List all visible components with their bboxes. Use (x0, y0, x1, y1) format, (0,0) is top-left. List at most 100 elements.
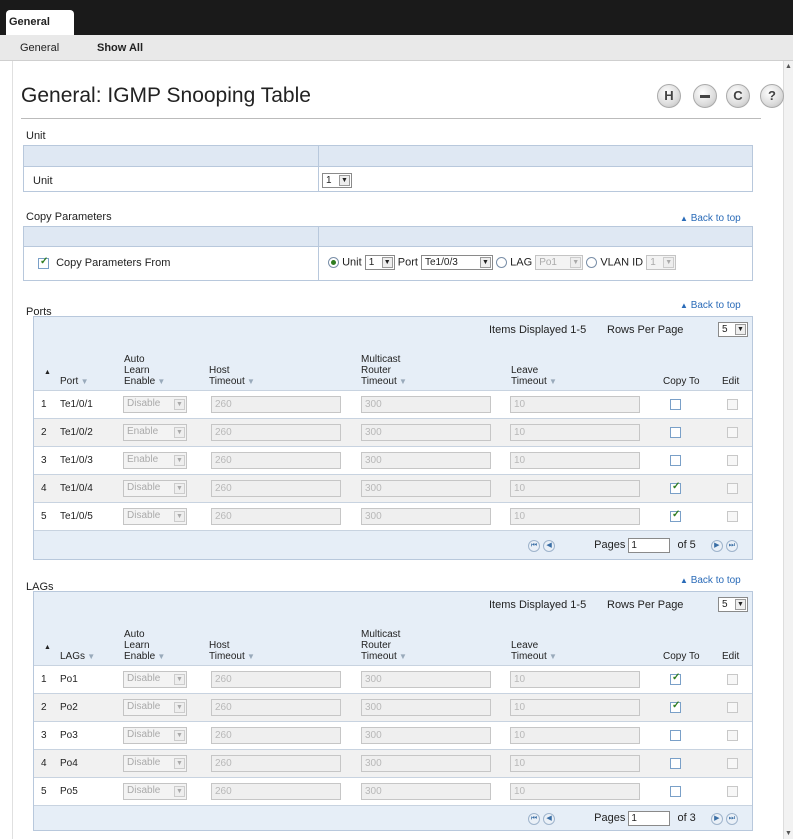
auto-learn-select: Enable ▼ (123, 424, 187, 441)
col-header-copy-to[interactable]: Copy To (663, 376, 700, 387)
edit-checkbox[interactable] (727, 702, 738, 713)
next-page-icon[interactable]: ▶ (710, 812, 723, 825)
col-header-first[interactable]: Port ▼ (60, 376, 88, 387)
col-header-mrouter-timeout[interactable]: Multicast Router Timeout ▼ (361, 354, 407, 387)
sort-arrow-icon: ▼ (546, 377, 557, 386)
scrollbar[interactable]: ▲ ▼ (783, 61, 793, 839)
edit-checkbox[interactable] (727, 483, 738, 494)
back-to-top-link[interactable]: ▲ Back to top (680, 213, 741, 224)
chevron-down-icon: ▼ (174, 427, 185, 438)
copy-section-title: Copy Parameters (26, 211, 112, 223)
col-header-host-timeout[interactable]: Host Timeout ▼ (209, 365, 255, 387)
table-row: 2 Te1/0/2 Enable ▼ 260 300 10 (34, 418, 752, 446)
chevron-down-icon: ▼ (174, 786, 185, 797)
lags-page-input[interactable]: 1 (628, 811, 671, 826)
edit-checkbox[interactable] (727, 674, 738, 685)
col-header-leave-timeout[interactable]: Leave Timeout ▼ (511, 365, 557, 387)
copy-to-checkbox[interactable] (670, 758, 681, 769)
auto-learn-select: Disable ▼ (123, 727, 187, 744)
col-header-edit[interactable]: Edit (722, 651, 739, 662)
scroll-down-icon[interactable]: ▼ (785, 830, 792, 837)
next-page-icon[interactable]: ▶ (710, 539, 723, 552)
row-name: Te1/0/4 (60, 483, 93, 494)
chevron-down-icon: ▼ (381, 257, 393, 268)
mrouter-timeout-field: 300 (361, 783, 491, 800)
auto-learn-select: Disable ▼ (123, 480, 187, 497)
host-timeout-field: 260 (211, 755, 341, 772)
col-header-edit[interactable]: Edit (722, 376, 739, 387)
left-divider (12, 61, 13, 839)
sort-arrow-icon: ▼ (155, 377, 166, 386)
edit-checkbox[interactable] (727, 455, 738, 466)
host-timeout-field: 260 (211, 480, 341, 497)
chevron-down-icon: ▼ (174, 758, 185, 769)
table-row: 4 Te1/0/4 Disable ▼ 260 300 10 (34, 474, 752, 502)
copy-to-checkbox[interactable] (670, 509, 681, 522)
copy-to-checkbox[interactable] (670, 399, 681, 410)
print-icon[interactable]: ▬ (693, 84, 717, 108)
edit-checkbox[interactable] (727, 758, 738, 769)
unit-select[interactable]: 1 ▼ (322, 173, 352, 188)
last-page-icon[interactable]: ⏭ (725, 812, 738, 825)
leave-timeout-field: 10 (510, 671, 640, 688)
copy-to-checkbox[interactable] (670, 786, 681, 797)
col-header-leave-timeout[interactable]: Leave Timeout ▼ (511, 640, 557, 662)
ports-page-input[interactable]: 1 (628, 538, 671, 553)
mrouter-timeout-field: 300 (361, 671, 491, 688)
copy-unit-select[interactable]: 1 ▼ (364, 255, 395, 270)
lag-radio[interactable] (496, 257, 508, 268)
col-header-host-timeout[interactable]: Host Timeout ▼ (209, 640, 255, 662)
subnav-show-all[interactable]: Show All (97, 42, 143, 54)
ports-rows-per-page-select[interactable]: 5 ▼ (718, 322, 748, 337)
unit-radio[interactable] (328, 257, 339, 268)
col-header-auto-learn[interactable]: Auto Learn Enable ▼ (124, 354, 165, 387)
sort-icon[interactable]: ▲ (44, 367, 51, 378)
lags-back-to-top-link[interactable]: ▲ Back to top (680, 575, 741, 586)
copy-to-checkbox[interactable] (670, 481, 681, 494)
col-header-first[interactable]: LAGs ▼ (60, 651, 95, 662)
tab-general[interactable]: General (6, 10, 74, 35)
help-icon[interactable]: ? (760, 84, 784, 108)
chevron-down-icon: ▼ (663, 257, 675, 268)
save-icon[interactable]: H (657, 84, 681, 108)
first-page-icon[interactable]: ⏮ (528, 812, 540, 825)
copy-params-label: Copy Parameters From (56, 257, 171, 269)
edit-checkbox[interactable] (727, 511, 738, 522)
copy-to-checkbox[interactable] (670, 455, 681, 466)
ports-pager: ⏮ ◀ Pages 1 of 5 ▶ ⏭ (528, 538, 738, 553)
edit-checkbox[interactable] (727, 730, 738, 741)
copy-params-checkbox[interactable] (38, 256, 49, 269)
first-page-icon[interactable]: ⏮ (528, 539, 540, 552)
copy-to-checkbox[interactable] (670, 730, 681, 741)
scroll-up-icon[interactable]: ▲ (785, 63, 792, 70)
row-index: 3 (41, 730, 47, 741)
host-timeout-field: 260 (211, 396, 341, 413)
mrouter-timeout-field: 300 (361, 699, 491, 716)
last-page-icon[interactable]: ⏭ (725, 539, 738, 552)
sort-icon[interactable]: ▲ (44, 642, 51, 653)
lags-rows-per-page-select[interactable]: 5 ▼ (718, 597, 748, 612)
vlan-radio[interactable] (586, 257, 598, 268)
subnav-general[interactable]: General (20, 42, 59, 54)
host-timeout-field: 260 (211, 671, 341, 688)
prev-page-icon[interactable]: ◀ (543, 812, 556, 825)
ports-back-to-top-link[interactable]: ▲ Back to top (680, 300, 741, 311)
copy-port-select[interactable]: Te1/0/3 ▼ (421, 255, 493, 270)
prev-page-icon[interactable]: ◀ (543, 539, 556, 552)
edit-checkbox[interactable] (727, 399, 738, 410)
col-header-mrouter-timeout[interactable]: Multicast Router Timeout ▼ (361, 629, 407, 662)
refresh-icon[interactable]: C (726, 84, 750, 108)
chevron-down-icon: ▼ (735, 324, 746, 335)
copy-to-checkbox[interactable] (670, 672, 681, 685)
ports-rows-per-page-label: Rows Per Page (607, 324, 684, 336)
edit-checkbox[interactable] (727, 786, 738, 797)
copy-params-box: Copy Parameters From Unit 1▼ Port Te1/0/… (23, 226, 753, 281)
sort-arrow-icon: ▼ (396, 652, 407, 661)
auto-learn-select: Enable ▼ (123, 452, 187, 469)
copy-to-checkbox[interactable] (670, 427, 681, 438)
top-bar: General (0, 0, 793, 35)
edit-checkbox[interactable] (727, 427, 738, 438)
col-header-copy-to[interactable]: Copy To (663, 651, 700, 662)
col-header-auto-learn[interactable]: Auto Learn Enable ▼ (124, 629, 165, 662)
copy-to-checkbox[interactable] (670, 700, 681, 713)
